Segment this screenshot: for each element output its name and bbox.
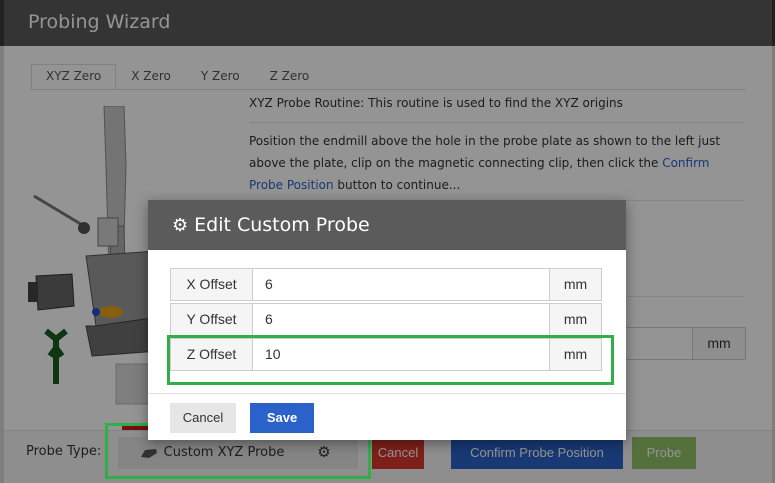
y-offset-field: Y Offset 6 mm (170, 303, 602, 336)
instruction-text-end: button to continue... (333, 178, 461, 192)
dialog-cancel-button[interactable]: Cancel (170, 403, 236, 433)
tab-bar: XYZ Zero X Zero Y Zero Z Zero (31, 64, 324, 90)
y-offset-unit: mm (549, 304, 601, 335)
dialog-save-button[interactable]: Save (250, 403, 314, 433)
instruction-text-start: Position the endmill above the hole in t… (249, 134, 721, 170)
cancel-button[interactable]: Cancel (372, 437, 424, 469)
tab-x-zero[interactable]: X Zero (116, 64, 186, 90)
background-unit-addon: mm (692, 327, 746, 360)
x-offset-label: X Offset (171, 269, 253, 300)
modal-title: Probing Wizard (28, 11, 171, 33)
x-offset-unit: mm (549, 269, 601, 300)
tab-y-zero[interactable]: Y Zero (186, 64, 255, 90)
y-offset-label: Y Offset (171, 304, 253, 335)
x-offset-input[interactable]: 6 (265, 269, 273, 300)
x-offset-field: X Offset 6 mm (170, 268, 602, 301)
tab-z-zero[interactable]: Z Zero (255, 64, 325, 90)
dialog-title-text: Edit Custom Probe (194, 214, 370, 236)
modal-header: Probing Wizard (4, 0, 772, 46)
highlight-box-z-offset (167, 335, 614, 385)
dialog-divider (148, 393, 626, 394)
probe-type-label: Probe Type: (26, 444, 102, 459)
divider (249, 122, 744, 123)
intro-text: XYZ Probe Routine: This routine is used … (249, 96, 623, 110)
gears-icon: ⚙ (172, 214, 189, 236)
y-offset-input[interactable]: 6 (265, 304, 273, 335)
confirm-probe-position-button[interactable]: Confirm Probe Position (451, 437, 623, 469)
tab-divider (31, 89, 746, 90)
dialog-header: ⚙ Edit Custom Probe (148, 200, 626, 250)
dialog-title: ⚙ Edit Custom Probe (172, 214, 370, 236)
edit-custom-probe-dialog: ⚙ Edit Custom Probe X Offset 6 mm Y Offs… (148, 200, 626, 440)
probe-button[interactable]: Probe (632, 437, 696, 469)
tab-xyz-zero[interactable]: XYZ Zero (31, 64, 117, 90)
instruction-text: Position the endmill above the hole in t… (249, 130, 744, 196)
